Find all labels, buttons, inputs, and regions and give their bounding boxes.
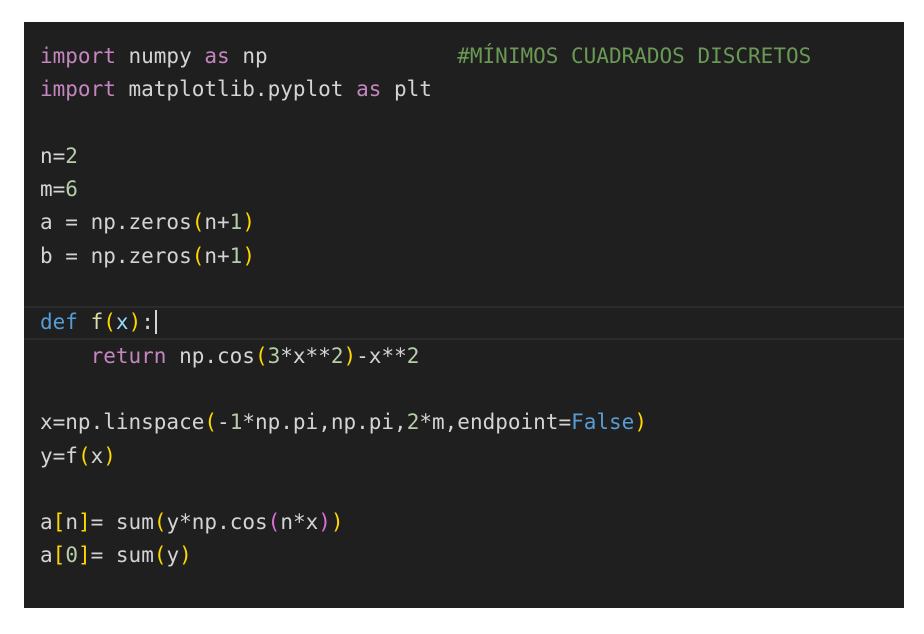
code-line[interactable]: ​	[40, 373, 904, 406]
code-token: (	[191, 210, 205, 235]
code-line[interactable]: import matplotlib.pyplot as plt	[40, 73, 904, 106]
code-line[interactable]: import numpy as np #MÍNIMOS CUADRADOS DI…	[40, 40, 904, 73]
code-token: *np.pi,np.pi,	[242, 410, 407, 435]
code-token: n=	[40, 143, 66, 168]
code-token: -	[217, 410, 230, 435]
code-token: ]	[77, 543, 91, 568]
code-token: f	[90, 310, 104, 335]
code-token: 2	[406, 410, 420, 435]
code-token: b = np.zeros	[40, 243, 192, 268]
code-line[interactable]: x=np.linspace(-1*np.pi,np.pi,2*m,endpoin…	[40, 406, 904, 439]
code-token: False	[571, 410, 635, 435]
code-token: 2	[330, 343, 344, 368]
code-token: x	[115, 310, 129, 335]
code-token: )	[634, 410, 647, 435]
code-token: 1	[229, 210, 243, 235]
code-line[interactable]: def f(x):	[24, 306, 904, 340]
code-token: x=np.linspace	[40, 410, 205, 435]
code-token: x	[90, 443, 104, 468]
code-token: )	[242, 210, 255, 235]
code-token: 0	[65, 543, 78, 568]
code-line[interactable]: ​	[40, 107, 904, 140]
code-token: (	[254, 343, 268, 368]
code-token: 3	[267, 343, 281, 368]
code-token: numpy	[115, 44, 205, 68]
code-token: (	[153, 510, 167, 535]
code-line[interactable]: a = np.zeros(n+1)	[40, 206, 904, 239]
code-line[interactable]: y=f(x)	[40, 440, 904, 473]
code-line[interactable]: return np.cos(3*x**2)-x**2	[40, 340, 904, 373]
code-token: 1	[229, 243, 243, 268]
code-token: a	[40, 543, 53, 568]
code-token: matplotlib.pyplot	[115, 77, 357, 102]
code-token: n	[65, 510, 78, 535]
code-token: def	[40, 310, 78, 335]
code-token: ]	[77, 510, 91, 535]
code-token: *x**	[280, 343, 331, 368]
code-token: m=	[40, 177, 66, 202]
code-line[interactable]: a[0]= sum(y)	[40, 539, 904, 572]
code-token: [	[52, 543, 66, 568]
code-token: n+	[204, 243, 230, 268]
code-token: 1	[229, 410, 243, 435]
code-token: [	[52, 510, 66, 535]
code-token: np.cos	[166, 343, 255, 368]
code-token: )	[242, 243, 255, 268]
code-token: )	[128, 310, 142, 335]
code-token: a = np.zeros	[40, 210, 192, 235]
code-token: )	[179, 543, 192, 568]
code-token: as	[204, 44, 230, 68]
code-line[interactable]: ​	[40, 273, 904, 306]
code-token: )	[318, 510, 331, 535]
code-token: a	[40, 510, 53, 535]
code-token: 6	[65, 177, 78, 202]
code-token: import	[40, 44, 116, 68]
code-token: )	[330, 510, 344, 535]
code-token: y=f	[40, 443, 78, 468]
code-line[interactable]: b = np.zeros(n+1)	[40, 240, 904, 273]
code-line[interactable]: a[n]= sum(y*np.cos(n*x))	[40, 506, 904, 539]
code-line[interactable]: n=2	[40, 140, 904, 173]
code-token: :	[141, 310, 154, 335]
code-token: (	[204, 410, 218, 435]
code-token: plt	[381, 77, 432, 102]
code-line[interactable]: m=6	[40, 173, 904, 206]
code-token: as	[356, 77, 382, 102]
code-token: (	[77, 443, 91, 468]
text-cursor	[154, 310, 157, 335]
code-token: n*x	[280, 510, 319, 535]
code-token: *m,endpoint=	[419, 410, 572, 435]
code-token: = sum	[90, 510, 154, 535]
code-token: = sum	[90, 543, 154, 568]
code-token: (	[153, 543, 167, 568]
code-line[interactable]: ​	[40, 473, 904, 506]
code-token: (	[191, 243, 205, 268]
code-token: return	[90, 343, 167, 368]
code-token: (	[103, 310, 116, 335]
code-token: )	[343, 343, 357, 368]
code-token: np	[229, 44, 458, 68]
code-area[interactable]: import numpy as np #MÍNIMOS CUADRADOS DI…	[24, 40, 904, 573]
code-token: n+	[204, 210, 230, 235]
code-token: -x**	[356, 343, 407, 368]
code-token: 2	[406, 343, 420, 368]
code-editor[interactable]: import numpy as np #MÍNIMOS CUADRADOS DI…	[24, 22, 904, 608]
code-token: #MÍNIMOS CUADRADOS DISCRETOS	[457, 44, 812, 68]
code-token: 2	[65, 143, 78, 168]
code-token: y	[166, 543, 180, 568]
code-token: )	[103, 443, 116, 468]
code-token: (	[267, 510, 281, 535]
code-token: import	[40, 77, 116, 102]
code-token: y*np.cos	[166, 510, 268, 535]
